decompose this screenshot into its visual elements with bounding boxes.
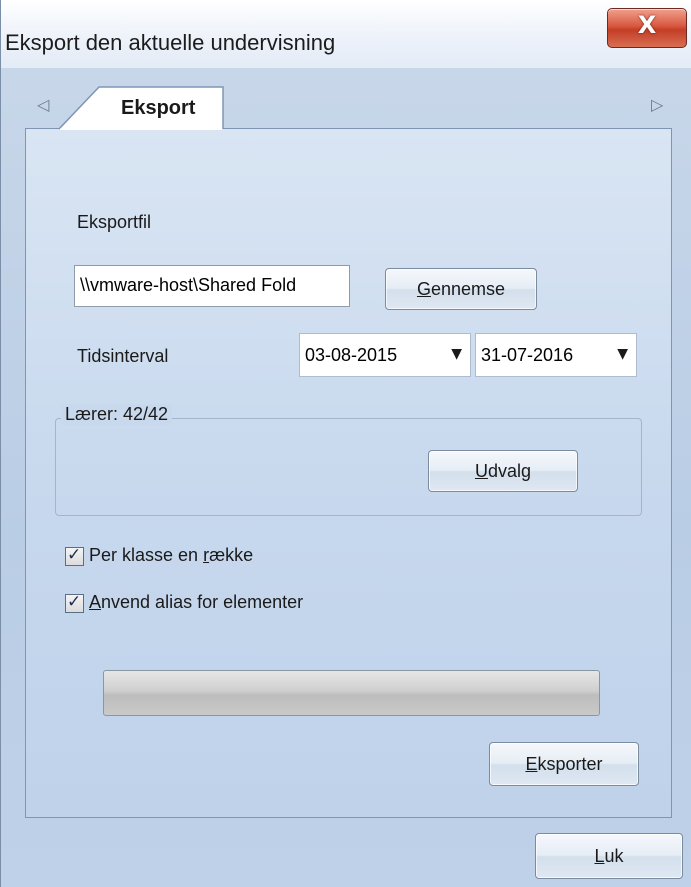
export-file-label: Eksportfil (77, 212, 152, 232)
interval-to-select[interactable]: 31-07-2016 ▼ (475, 333, 637, 377)
use-alias-label-post: nvend alias for elementer (101, 592, 304, 612)
checkmark-icon: ✓ (67, 545, 82, 565)
window-title: Eksport den aktuelle undervisning (5, 30, 336, 55)
close-window-button[interactable]: X (607, 8, 687, 48)
chevron-down-icon[interactable]: ▼ (617, 346, 628, 362)
export-file-input[interactable]: \\vmware-host\Shared Fold (74, 265, 350, 307)
chevron-down-icon[interactable]: ▼ (451, 346, 462, 362)
title-bar: Eksport den aktuelle undervisning X (1, 0, 691, 68)
export-button[interactable]: Eksporter (489, 742, 639, 786)
select-button-label: dvalg (487, 461, 532, 481)
select-button-accelerator: U (474, 461, 488, 481)
use-alias-checkbox[interactable]: ✓ (65, 592, 84, 613)
select-button[interactable]: Udvalg (428, 450, 578, 492)
time-interval-label: Tidsinterval (77, 346, 169, 366)
export-progress-bar (103, 670, 600, 716)
per-class-label[interactable]: Per klasse en række (89, 545, 253, 566)
interval-to-value: 31-07-2016 (481, 345, 574, 365)
export-button-accelerator: E (525, 754, 538, 774)
browse-button[interactable]: Gennemse (385, 268, 537, 310)
browse-button-accelerator: G (416, 279, 431, 299)
teachers-group-title: Lærer: 42/42 (61, 404, 173, 425)
use-alias-label[interactable]: Anvend alias for elementer (89, 592, 303, 613)
export-dialog: Eksport den aktuelle undervisning X ◁ ▷ … (0, 0, 691, 887)
interval-from-select[interactable]: 03-08-2015 ▼ (299, 333, 471, 377)
interval-from-value: 03-08-2015 (305, 345, 398, 365)
browse-button-label: ennemse (430, 279, 506, 299)
close-button[interactable]: Luk (535, 833, 683, 879)
checkmark-icon: ✓ (67, 592, 82, 612)
tab-eksport[interactable]: Eksport (59, 86, 224, 130)
tab-scroll-left-icon[interactable]: ◁ (37, 95, 49, 114)
close-button-label: uk (604, 846, 624, 866)
close-icon: X (637, 11, 657, 39)
tab-scroll-right-icon[interactable]: ▷ (651, 95, 663, 114)
per-class-label-pre: Per klasse en (89, 545, 204, 565)
per-class-checkbox[interactable]: ✓ (65, 545, 84, 566)
per-class-label-post: ække (209, 545, 254, 565)
close-button-accelerator: L (594, 846, 605, 866)
use-alias-accelerator: A (89, 592, 102, 612)
export-button-label: ksporter (537, 754, 603, 774)
tab-eksport-label: Eksport (121, 97, 196, 119)
